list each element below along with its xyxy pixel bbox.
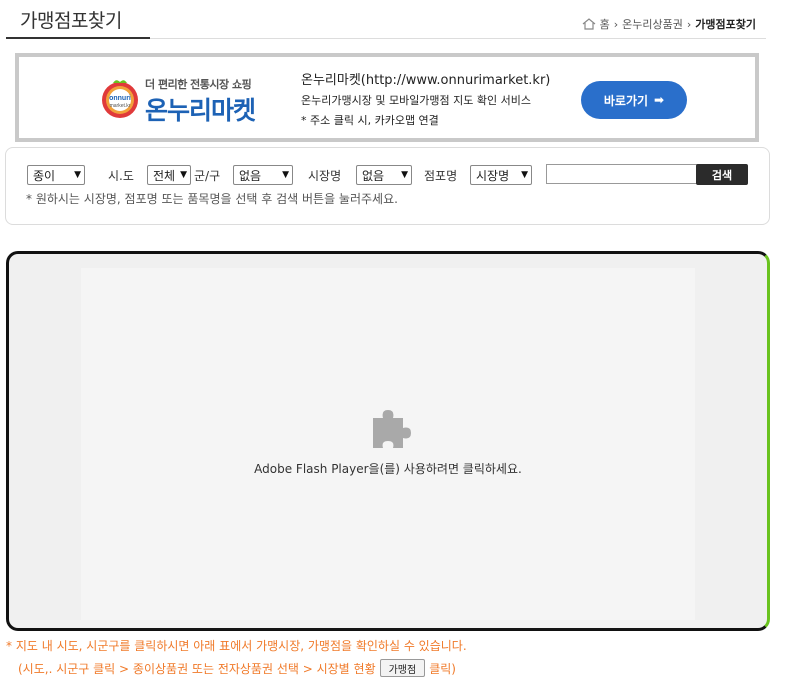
breadcrumb-home[interactable]: 홈 (600, 16, 610, 32)
sido-label: 시.도 (108, 169, 134, 183)
map-note: * 지도 내 시도, 시군구를 클릭하시면 아래 표에서 가맹시장, 가맹점을 … (6, 639, 467, 653)
flash-placeholder[interactable]: Adobe Flash Player을(를) 사용하려면 클릭하세요. (81, 268, 695, 620)
market-select[interactable]: 없음 ▼ (356, 165, 412, 185)
home-icon[interactable] (582, 18, 596, 30)
sido-select[interactable]: 전체 ▼ (147, 165, 191, 185)
onnuri-logo-mark: onnuri market.kr (102, 80, 138, 118)
sido-value: 전체 (153, 168, 176, 183)
voucher-type-value: 종이 (33, 168, 56, 183)
gungu-label: 군/구 (194, 169, 221, 183)
go-button[interactable]: 바로가기 ➡ (581, 81, 687, 119)
search-input[interactable] (546, 164, 698, 184)
arrow-right-icon: ➡ (654, 93, 665, 107)
gungu-value: 없음 (239, 168, 262, 183)
search-hint: * 원하시는 시장명, 점포명 또는 품목명을 선택 후 검색 버튼을 눌러주세… (26, 192, 398, 206)
chevron-down-icon: ▼ (521, 170, 528, 180)
page-title: 가맹점포찾기 (20, 10, 122, 32)
svg-text:market.kr: market.kr (110, 103, 131, 109)
flash-map-container[interactable]: Adobe Flash Player을(를) 사용하려면 클릭하세요. (6, 251, 770, 631)
title-underline (6, 37, 150, 39)
title-divider (150, 38, 766, 39)
breadcrumb-current: 가맹점포찾기 (695, 18, 756, 31)
market-label: 시장명 (308, 169, 342, 183)
onnurimarket-banner[interactable]: onnuri market.kr 더 편리한 전통시장 쇼핑 온누리마켓 온누리… (15, 53, 759, 142)
gungu-select[interactable]: 없음 ▼ (233, 165, 293, 185)
breadcrumb-onnuri[interactable]: 온누리상품권 (622, 16, 683, 32)
banner-info: 온누리마켓(http://www.onnurimarket.kr) 온누리가맹시… (301, 71, 550, 131)
banner-note: * 주소 클릭 시, 카카오맵 연결 (301, 114, 439, 127)
onnurimarket-logo: onnuri market.kr 더 편리한 전통시장 쇼핑 온누리마켓 (99, 69, 289, 129)
chevron-down-icon: ▼ (74, 170, 81, 180)
svg-text:onnuri: onnuri (109, 95, 131, 102)
chevron-down-icon: ▼ (282, 170, 289, 180)
logo-name: 온누리마켓 (145, 96, 256, 125)
chevron-down-icon: ▼ (401, 170, 408, 180)
flash-message[interactable]: Adobe Flash Player을(를) 사용하려면 클릭하세요. (81, 460, 695, 477)
banner-site-url: 온누리마켓(http://www.onnurimarket.kr) (301, 73, 551, 88)
map-note-steps-end: 클릭) (429, 661, 456, 676)
voucher-type-select[interactable]: 종이 ▼ (27, 165, 85, 185)
go-button-label: 바로가기 (603, 93, 649, 108)
map-note-steps-text: (시도,. 시군구 클릭 > 종이상품권 또는 전자상품권 선택 > 시장별 현… (18, 661, 376, 676)
chevron-right-icon: › (686, 17, 692, 31)
banner-description: 온누리가맹시장 및 모바일가맹점 지도 확인 서비스 (301, 94, 532, 107)
store-select[interactable]: 시장명 ▼ (470, 165, 532, 185)
store-label: 점포명 (424, 169, 458, 183)
store-button-sample[interactable]: 가맹점 (379, 659, 426, 677)
store-value: 시장명 (476, 168, 510, 183)
logo-tagline: 더 편리한 전통시장 쇼핑 (145, 78, 252, 91)
chevron-right-icon: › (613, 17, 619, 31)
puzzle-piece-icon (373, 410, 411, 448)
chevron-down-icon: ▼ (180, 170, 187, 180)
market-value: 없음 (362, 168, 385, 183)
search-button[interactable]: 검색 (696, 164, 748, 185)
search-panel: 종이 ▼ 시.도 전체 ▼ 군/구 없음 ▼ 시장명 없음 ▼ 점포명 시장명 … (5, 147, 770, 225)
map-note-steps: (시도,. 시군구 클릭 > 종이상품권 또는 전자상품권 선택 > 시장별 현… (18, 659, 456, 677)
breadcrumb: 홈 › 온누리상품권 › 가맹점포찾기 (582, 16, 756, 32)
